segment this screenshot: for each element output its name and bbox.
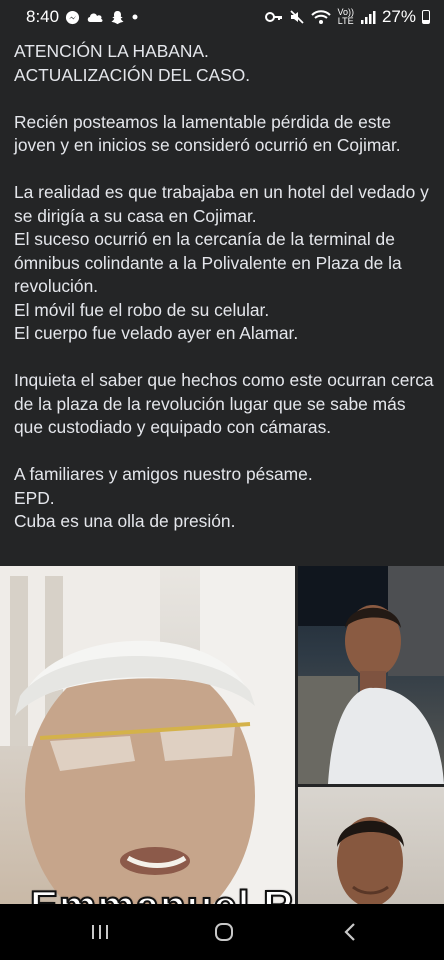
photo-side-1[interactable]	[298, 566, 444, 784]
navigation-bar	[0, 904, 444, 960]
post-paragraph: ATENCIÓN LA HABANA. ACTUALIZACIÓN DEL CA…	[14, 41, 251, 85]
photo-grid[interactable]: Emmanuel Roc	[0, 566, 444, 904]
key-icon	[265, 11, 283, 23]
battery-percent: 27%	[381, 7, 416, 26]
post-paragraph: Inquieta el saber que hechos como este o…	[14, 370, 434, 437]
post-text: ATENCIÓN LA HABANA. ACTUALIZACIÓN DEL CA…	[14, 40, 434, 534]
snapchat-icon	[110, 10, 125, 25]
messenger-icon	[65, 10, 80, 25]
photo-caption: Emmanuel Roc	[29, 881, 295, 904]
recent-apps-icon	[92, 925, 108, 939]
status-bar: 8:40 Vo)) LTE 27%	[0, 0, 444, 34]
back-icon	[344, 923, 355, 941]
battery-fill	[423, 19, 429, 23]
headshot-illustration	[337, 817, 404, 904]
battery-icon	[422, 10, 430, 24]
signal-icon	[360, 10, 376, 24]
post-paragraph: Recién posteamos la lamentable pérdida d…	[14, 111, 401, 156]
home-button[interactable]	[204, 916, 244, 948]
post-paragraph: A familiares y amigos nuestro pésame. EP…	[14, 464, 313, 531]
cloud-icon	[86, 11, 104, 23]
selfie-illustration	[298, 566, 444, 784]
wifi-icon	[311, 9, 332, 25]
photo-side-2[interactable]	[298, 787, 444, 904]
portrait-illustration	[0, 566, 295, 904]
home-icon	[215, 923, 233, 941]
recent-apps-button[interactable]	[80, 916, 120, 948]
photo-main[interactable]: Emmanuel Roc	[0, 566, 295, 904]
post-paragraph: La realidad es que trabajaba en un hotel…	[14, 182, 429, 343]
lte-label: LTE	[337, 16, 354, 26]
clock: 8:40	[26, 7, 60, 26]
dot-icon	[131, 13, 139, 21]
mute-icon	[289, 9, 305, 25]
volte-indicator: Vo)) LTE	[337, 8, 354, 26]
back-button[interactable]	[330, 916, 370, 948]
